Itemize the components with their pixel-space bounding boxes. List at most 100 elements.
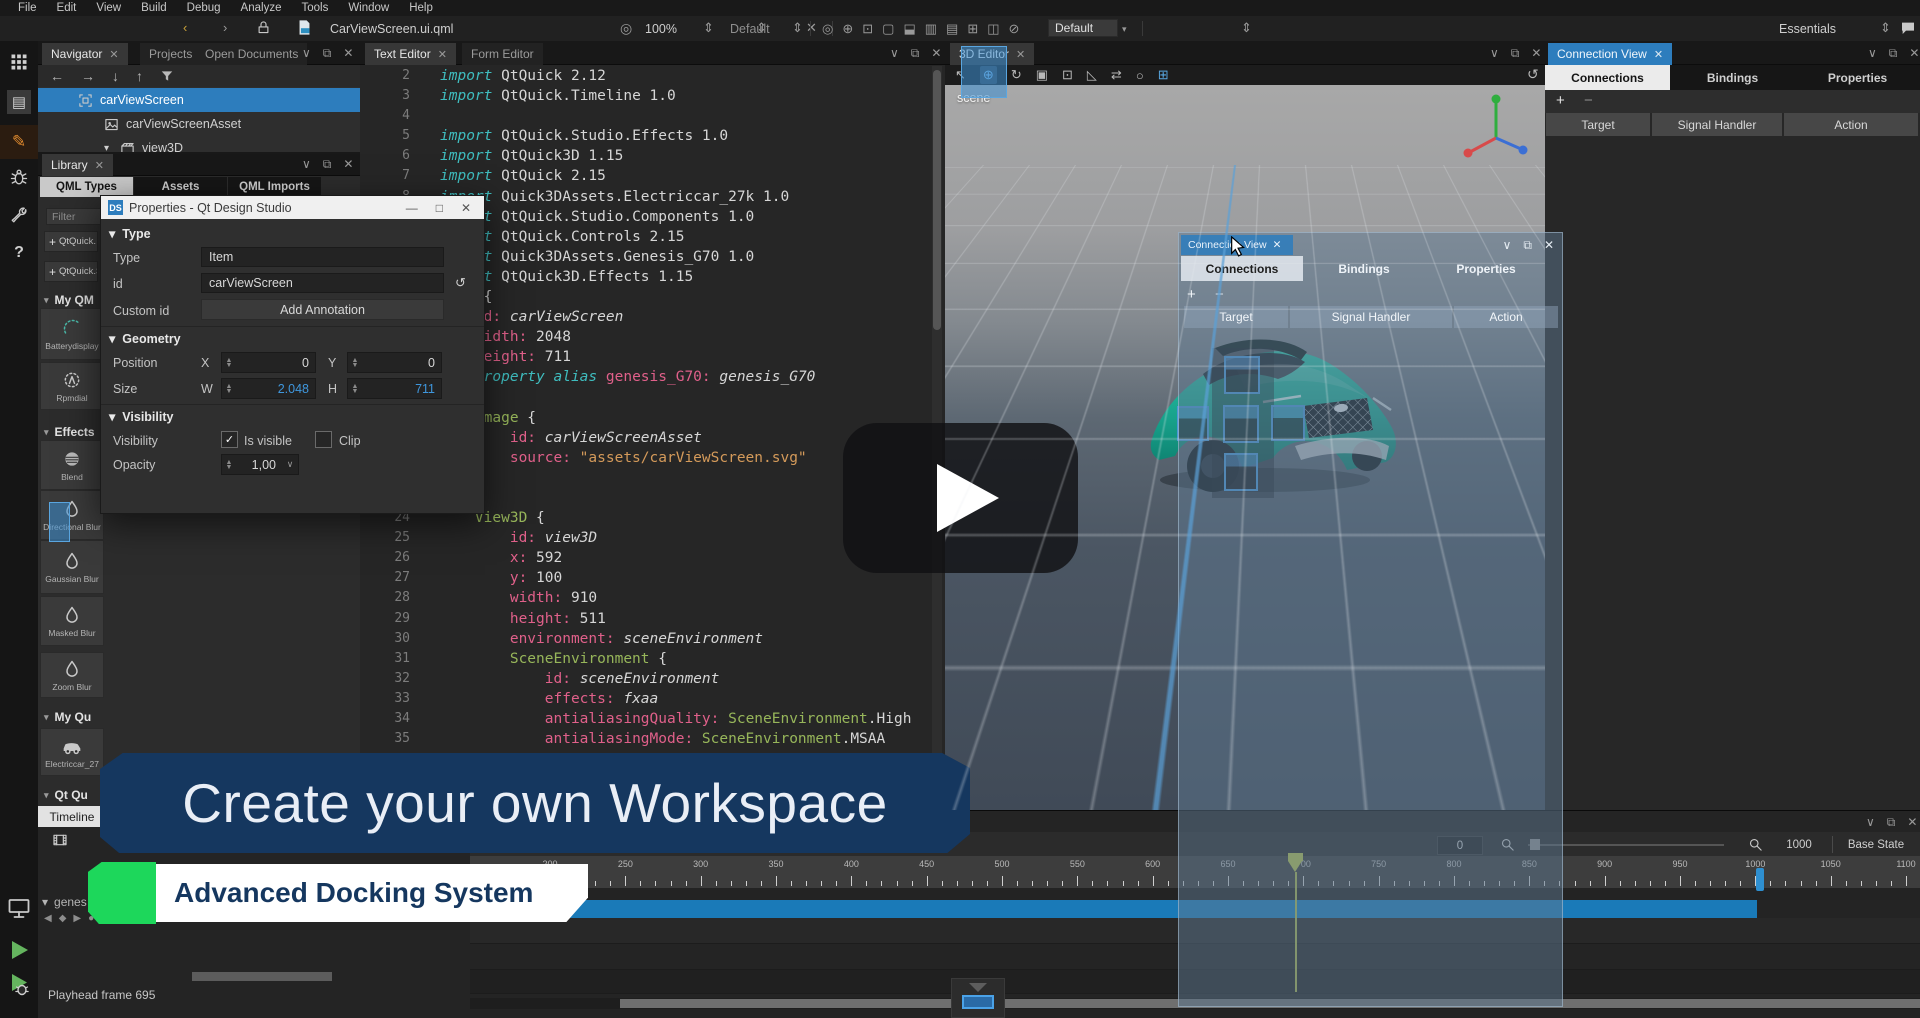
component-masked-blur[interactable]: Masked Blur [40,596,104,646]
library-section-2[interactable]: ▾My Qu [44,710,91,724]
feedback-chat-icon[interactable] [1900,20,1916,36]
nav-up-icon[interactable]: ↑ [136,68,143,84]
minimize-icon[interactable]: — [400,201,424,215]
add-keyframe-icon[interactable]: ◆ [59,913,67,924]
library-subtab-qml-imports[interactable]: QML Imports [228,177,321,197]
id-field[interactable]: carViewScreen [201,273,444,293]
tab-projects[interactable]: Projects [140,43,201,65]
tab-library[interactable]: Library✕ [42,154,113,176]
caret-down-icon[interactable]: ▾ [42,895,48,909]
component-electriccar_27[interactable]: Electriccar_27 [40,728,104,776]
nav-right-icon[interactable]: → [81,68,95,84]
light-tool[interactable]: ○ [1136,68,1144,83]
menu-window[interactable]: Window [338,2,399,14]
add-module-button[interactable]: +QtQuick. [44,231,98,252]
floating-connection-view[interactable]: Connection View✕ ∨ ⧉ ✕ ConnectionsBindin… [1178,232,1563,1007]
zoom-in-icon[interactable] [1748,837,1763,852]
scale-tool[interactable]: ▣ [1036,67,1048,83]
section-type[interactable]: ▾Type [109,226,151,241]
chevron-down-icon[interactable]: ∨ [890,46,899,61]
reset-id-icon[interactable]: ↺ [455,275,466,291]
close-icon[interactable]: ✕ [343,157,353,172]
add-connection-button[interactable]: + [1187,286,1196,303]
timeline-section-bar[interactable] [470,900,1757,918]
lock-icon[interactable] [256,20,271,35]
section-visibility[interactable]: ▾Visibility [109,409,173,424]
debug-mode-icon[interactable] [7,165,31,189]
run-project-icon[interactable] [7,938,31,962]
library-section-0[interactable]: ▾My QM [44,293,94,307]
toolbar-icon-6[interactable]: ▤ [946,21,958,37]
design-mode-icon[interactable]: ✎ [0,125,38,159]
library-subtab-assets[interactable]: Assets [134,177,227,197]
editor-scrollbar-thumb[interactable] [933,70,941,330]
close-icon[interactable]: ✕ [109,48,118,61]
close-icon[interactable]: ✕ [343,46,353,61]
chevron-down-icon[interactable]: ∨ [302,157,311,172]
nav-left-icon[interactable]: ← [50,68,64,84]
menu-view[interactable]: View [86,2,131,14]
floating-subtab-connections[interactable]: Connections [1181,256,1303,281]
run-indicator-icon[interactable]: ◎ [620,20,632,37]
style-stepper[interactable]: ⇕ [792,20,803,36]
popout-icon[interactable]: ⧉ [323,157,332,172]
toolbar-icon-2[interactable]: ⊡ [862,21,873,37]
menu-edit[interactable]: Edit [47,2,87,14]
remove-connection-button[interactable]: − [1584,92,1593,109]
component-batterydisplay[interactable]: Batterydisplay [40,308,104,360]
close-file-button[interactable]: ✕ [806,20,817,36]
welcome-mode-icon[interactable] [7,50,31,74]
track-group-row[interactable]: ▾ genes [42,895,87,909]
tab-navigator[interactable]: Navigator✕ [42,43,128,65]
floating-column-action[interactable]: Action [1454,306,1558,328]
dialog-titlebar[interactable]: DS Properties - Qt Design Studio — □ ✕ [101,196,484,219]
toolbar-icon-7[interactable]: ⊞ [967,21,978,37]
close-icon[interactable]: ✕ [1907,815,1917,830]
section-geometry[interactable]: ▾Geometry [109,331,181,346]
cv-subtab-bindings[interactable]: Bindings [1670,65,1795,90]
toolbar-icon-5[interactable]: ▥ [925,21,937,37]
debug-project-icon[interactable] [7,972,31,996]
floating-subtab-bindings[interactable]: Bindings [1303,256,1425,281]
filter-icon[interactable] [160,69,174,83]
back-button[interactable]: ‹ [183,20,187,35]
y-spinbox[interactable]: ▲▼0 [347,352,442,373]
style-selector[interactable]: Default [730,22,770,36]
chevron-down-icon[interactable]: ∨ [1868,46,1877,61]
close-icon[interactable]: ✕ [931,46,941,61]
cv-column-signal-handler[interactable]: Signal Handler [1652,113,1782,136]
live-preview-icon[interactable] [7,896,31,920]
h-spinbox[interactable]: ▲▼711 [347,378,442,399]
zoom-stepper[interactable]: ⇕ [703,20,714,36]
help-icon[interactable]: ? [7,241,31,265]
cv-subtab-properties[interactable]: Properties [1795,65,1920,90]
cv-subtab-connections[interactable]: Connections [1545,65,1670,90]
prev-keyframe-icon[interactable]: ◀ [44,913,52,924]
library-section-1[interactable]: ▾Effects [44,425,95,439]
state-selector[interactable]: Base State [1838,836,1914,853]
close-icon[interactable]: ✕ [438,48,447,61]
toolbar-icon-8[interactable]: ◫ [987,21,999,37]
menu-file[interactable]: File [8,2,47,14]
remove-connection-button[interactable]: − [1215,286,1224,303]
kit-selector[interactable]: Essentials [1779,22,1836,36]
tracks-scrollbar[interactable] [192,972,332,981]
axis-gizmo[interactable] [1458,90,1534,166]
floating-subtab-properties[interactable]: Properties [1425,256,1547,281]
x-spinbox[interactable]: ▲▼0 [221,352,316,373]
menu-build[interactable]: Build [131,2,177,14]
popout-icon[interactable]: ⧉ [323,46,332,61]
opacity-spinbox[interactable]: ▲▼1,00 ∨ [221,454,299,475]
toolbar-icon-0[interactable]: ◎ [822,21,833,37]
toolbar-icon-1[interactable]: ⊕ [842,21,853,37]
local-global-tool[interactable]: ◺ [1087,67,1097,83]
popout-icon[interactable]: ⧉ [911,46,920,61]
type-field[interactable]: Item [201,247,444,267]
add-annotation-button[interactable]: Add Annotation [201,299,444,320]
tree-item-carViewScreen[interactable]: carViewScreen [38,88,400,112]
chevron-down-icon[interactable]: ∨ [302,46,311,61]
toolbar-icon-9[interactable]: ⊘ [1009,21,1020,37]
component-gaussian-blur[interactable]: Gaussian Blur [40,540,104,594]
clip-checkbox[interactable] [315,431,332,448]
popout-icon[interactable]: ⧉ [1523,238,1532,253]
